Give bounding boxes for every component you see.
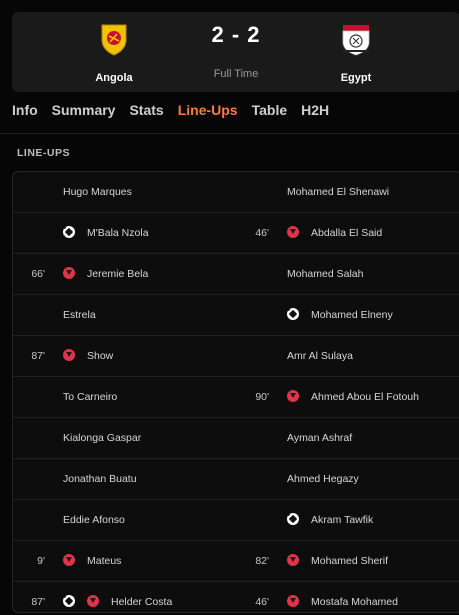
match-header: Angola 2 - 2 Full Time Egypt (12, 12, 459, 92)
tab-summary[interactable]: Summary (52, 102, 116, 122)
sub-out-icon (287, 554, 299, 566)
home-player[interactable]: 87' Show (13, 336, 237, 376)
player-name: Abdalla El Said (311, 227, 383, 239)
player-name: Estrela (63, 309, 96, 321)
away-player[interactable]: Ahmed Hegazy (237, 459, 459, 499)
event-minute: 90' (255, 391, 269, 403)
player-name: M'Bala Nzola (87, 227, 149, 239)
goal-icon (287, 308, 299, 320)
event-minute: 87' (31, 596, 45, 608)
lineup-row: Estrela Mohamed Elneny (13, 295, 459, 336)
lineup-row: 66' Jeremie Bela Mohamed Salah (13, 254, 459, 295)
event-minute: 82' (255, 555, 269, 567)
lineup-row: Jonathan Buatu Ahmed Hegazy (13, 459, 459, 500)
tab-table[interactable]: Table (252, 102, 288, 122)
player-name: Ahmed Hegazy (287, 473, 359, 485)
player-name: To Carneiro (63, 391, 118, 403)
sub-out-icon (287, 390, 299, 402)
lineup-row: 87' Helder Costa 46' Mostafa Mohamed (13, 582, 459, 612)
home-team-name: Angola (95, 72, 133, 84)
match-tabs: Info Summary Stats Line-Ups Table H2H (12, 102, 329, 122)
home-player[interactable]: 9' Mateus (13, 541, 237, 581)
home-player[interactable]: 66' Jeremie Bela (13, 254, 237, 294)
player-name: Mateus (87, 555, 122, 567)
player-name: Helder Costa (111, 596, 173, 608)
away-team[interactable]: Egypt (296, 12, 416, 84)
home-player[interactable]: Kialonga Gaspar (13, 418, 237, 458)
tab-line-ups[interactable]: Line-Ups (178, 102, 238, 122)
away-player[interactable]: Akram Tawfik (237, 500, 459, 540)
event-minute: 46' (255, 227, 269, 239)
event-minute: 46' (255, 596, 269, 608)
event-minute: 87' (31, 350, 45, 362)
away-player[interactable]: Ayman Ashraf (237, 418, 459, 458)
sub-out-icon (287, 595, 299, 607)
player-name: Ayman Ashraf (287, 432, 353, 444)
sub-out-icon (63, 349, 75, 361)
section-title: LINE-UPS (17, 147, 71, 159)
event-minute: 9' (37, 555, 45, 567)
player-name: Jeremie Bela (87, 268, 149, 280)
player-name: Ahmed Abou El Fotouh (311, 391, 419, 403)
lineup-row: To Carneiro 90' Ahmed Abou El Fotouh (13, 377, 459, 418)
lineup-row: Eddie Afonso Akram Tawfik (13, 500, 459, 541)
away-team-name: Egypt (340, 72, 372, 84)
goal-icon (63, 595, 75, 607)
lineups-table: Hugo Marques Mohamed El Shenawi M'Bala Nzo… (12, 171, 459, 613)
sub-out-icon (287, 226, 299, 238)
home-team[interactable]: Angola (54, 12, 174, 84)
lineup-row: Hugo Marques Mohamed El Shenawi (13, 172, 459, 213)
away-player[interactable]: 46' Abdalla El Said (237, 213, 459, 253)
tab-stats[interactable]: Stats (129, 102, 163, 122)
away-player[interactable]: Mohamed Elneny (237, 295, 459, 335)
egypt-crest-icon (339, 22, 373, 56)
player-name: Hugo Marques (63, 186, 132, 198)
angola-crest-icon (97, 22, 131, 56)
home-player[interactable]: Eddie Afonso (13, 500, 237, 540)
tab-info[interactable]: Info (12, 102, 38, 122)
player-name: Akram Tawfik (311, 514, 374, 526)
player-name: Show (87, 350, 114, 362)
player-name: Mohamed Salah (287, 268, 364, 280)
lineup-row: 87' Show Amr Al Sulaya (13, 336, 459, 377)
home-player[interactable]: Hugo Marques (13, 172, 237, 212)
match-status: Full Time (213, 68, 259, 80)
player-name: Mohamed El Shenawi (287, 186, 390, 198)
sub-out-icon (63, 267, 75, 279)
match-score: 2 - 2 (211, 22, 261, 47)
away-player[interactable]: 90' Ahmed Abou El Fotouh (237, 377, 459, 417)
player-name: Kialonga Gaspar (63, 432, 142, 444)
sub-out-icon (87, 595, 99, 607)
home-player[interactable]: 87' Helder Costa (13, 582, 237, 612)
lineup-row: Kialonga Gaspar Ayman Ashraf (13, 418, 459, 459)
player-name: Amr Al Sulaya (287, 350, 353, 362)
player-name: Mostafa Mohamed (311, 596, 398, 608)
home-player[interactable]: Estrela (13, 295, 237, 335)
away-player[interactable]: Mohamed Salah (237, 254, 459, 294)
tab-h2h[interactable]: H2H (301, 102, 329, 122)
home-player[interactable]: To Carneiro (13, 377, 237, 417)
home-player[interactable]: Jonathan Buatu (13, 459, 237, 499)
event-minute: 66' (31, 268, 45, 280)
tabs-divider (0, 133, 459, 134)
own-goal-icon (63, 226, 75, 238)
player-name: Mohamed Sherif (311, 555, 389, 567)
player-name: Mohamed Elneny (311, 309, 393, 321)
sub-out-icon (63, 554, 75, 566)
goal-icon (287, 513, 299, 525)
away-player[interactable]: Amr Al Sulaya (237, 336, 459, 376)
away-player[interactable]: 82' Mohamed Sherif (237, 541, 459, 581)
away-player[interactable]: Mohamed El Shenawi (237, 172, 459, 212)
lineup-row: M'Bala Nzola 46' Abdalla El Said (13, 213, 459, 254)
home-player[interactable]: M'Bala Nzola (13, 213, 237, 253)
player-name: Jonathan Buatu (63, 473, 137, 485)
away-player[interactable]: 46' Mostafa Mohamed (237, 582, 459, 612)
lineup-row: 9' Mateus 82' Mohamed Sherif (13, 541, 459, 582)
player-name: Eddie Afonso (63, 514, 125, 526)
